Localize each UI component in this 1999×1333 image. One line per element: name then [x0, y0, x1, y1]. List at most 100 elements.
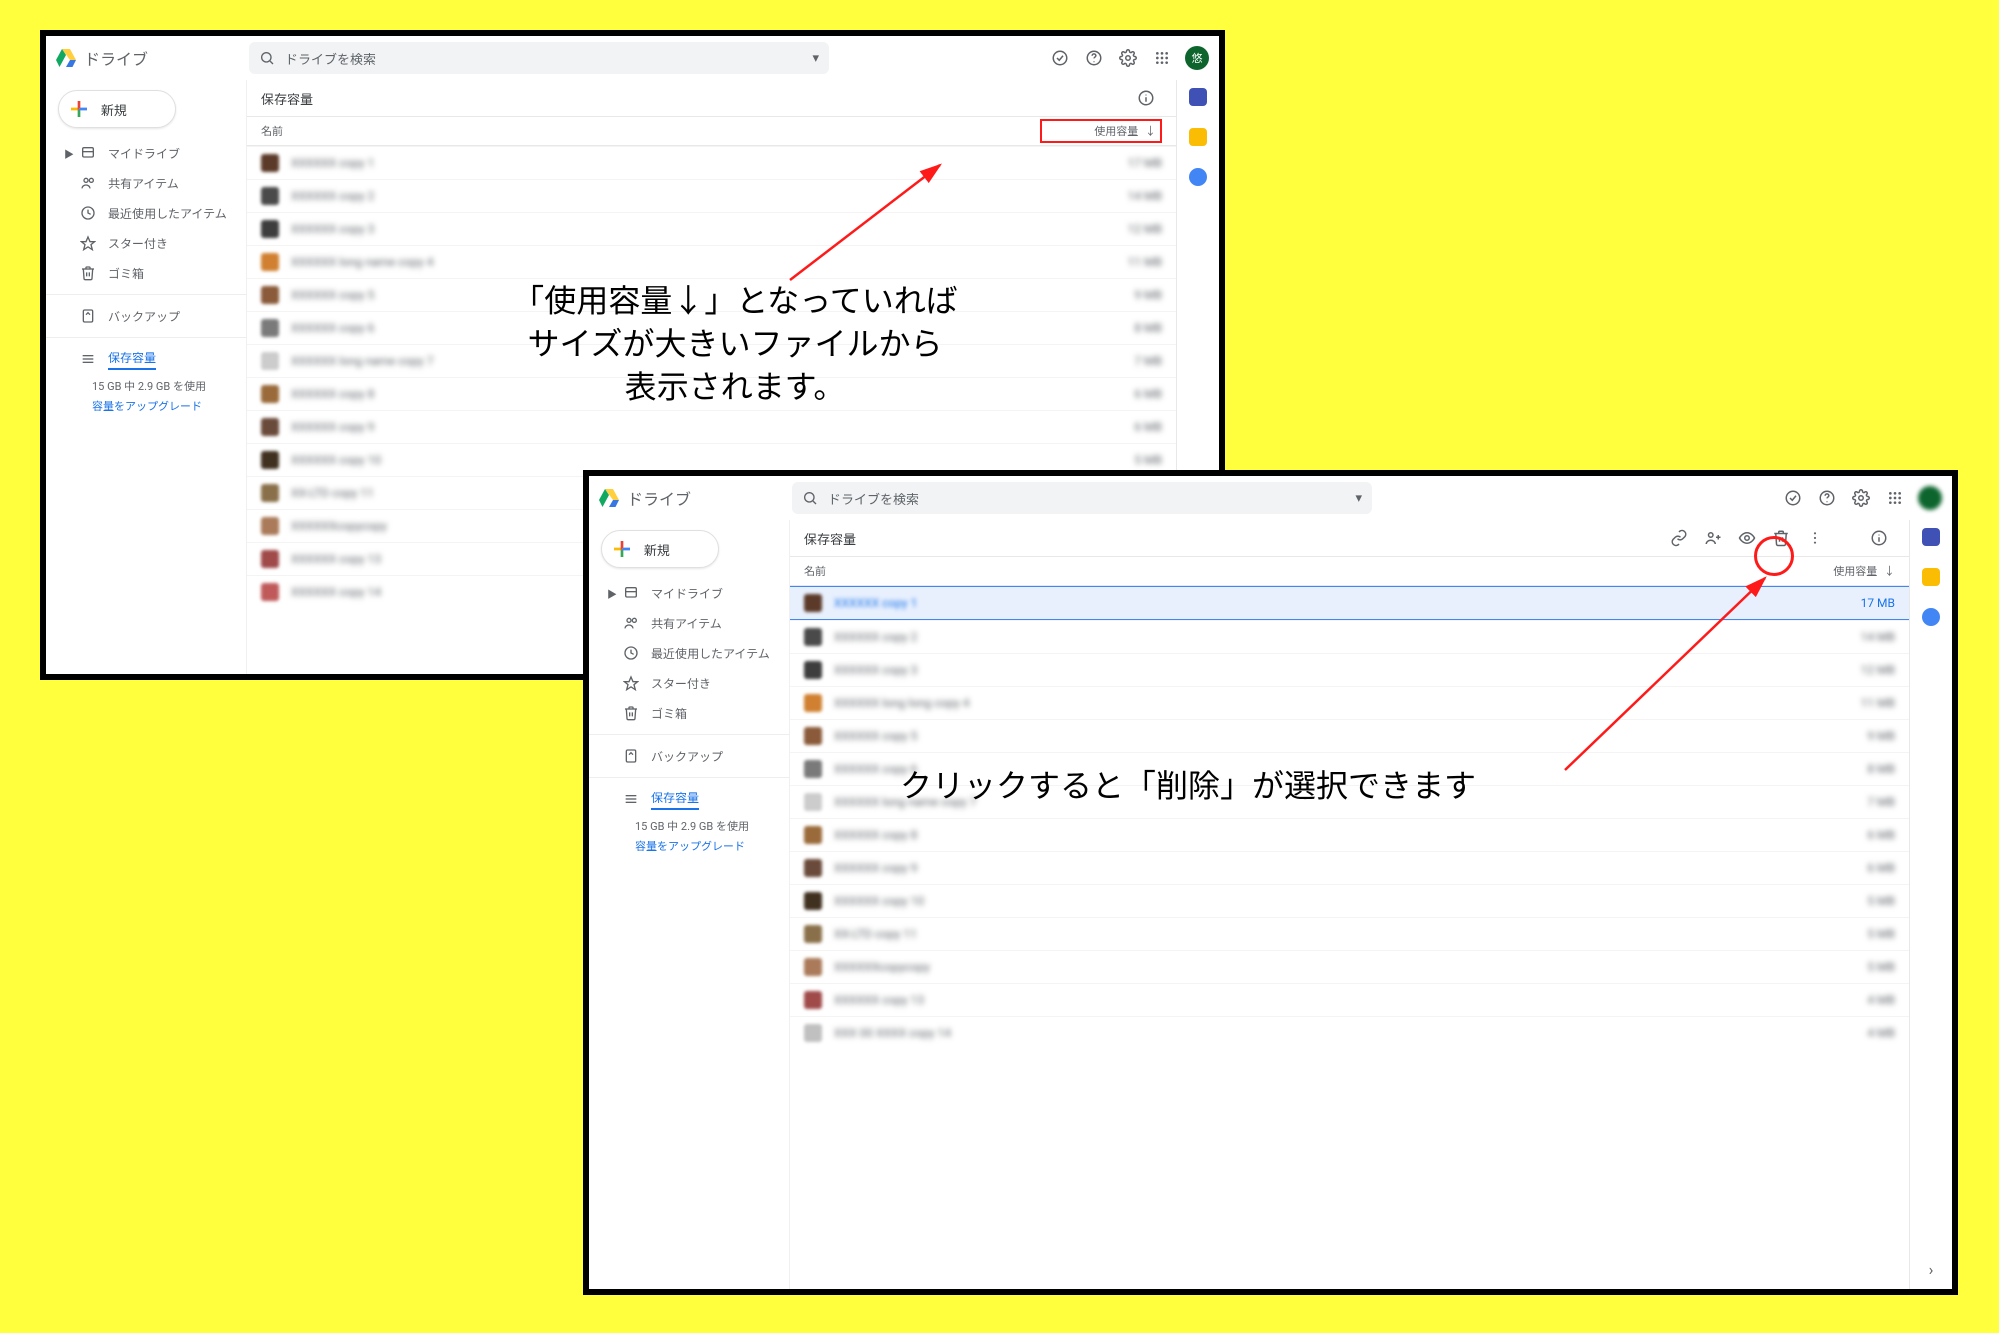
column-name[interactable]: 名前 — [804, 563, 1785, 579]
calendar-rail-icon[interactable] — [1922, 528, 1940, 546]
table-row[interactable]: XXXXXX copy 96 MB — [790, 851, 1909, 884]
preview-eye-icon[interactable] — [1737, 528, 1757, 548]
table-row[interactable]: XXXXXX copy 86 MB — [790, 818, 1909, 851]
file-name: XXXXXX copy 1 — [291, 156, 1072, 170]
sidebar-item-recent[interactable]: 最近使用したアイテム — [46, 198, 246, 228]
keep-rail-icon[interactable] — [1922, 568, 1940, 586]
search-input[interactable]: ドライブを検索 ▾ — [792, 482, 1372, 514]
table-row[interactable]: XXXXXX copy 312 MB — [247, 212, 1176, 245]
avatar[interactable]: 悠 — [1185, 46, 1209, 70]
sidebar-item-recent[interactable]: 最近使用したアイテム — [589, 638, 789, 668]
table-row[interactable]: XXX 00 XXXX copy 144 MB — [790, 1016, 1909, 1049]
avatar[interactable] — [1918, 486, 1942, 510]
storage-icon — [80, 351, 96, 367]
tasks-rail-icon[interactable] — [1922, 608, 1940, 626]
sidebar-item-storage[interactable]: 保存容量 — [589, 784, 789, 814]
table-row[interactable]: XXXXXX copy 134 MB — [790, 983, 1909, 1016]
settings-icon[interactable] — [1850, 487, 1872, 509]
sidebar-item-storage[interactable]: 保存容量 — [46, 344, 246, 374]
help-icon[interactable] — [1083, 47, 1105, 69]
apps-grid-icon[interactable] — [1151, 47, 1173, 69]
column-size[interactable]: 使用容量 ↓ — [1785, 563, 1895, 579]
expand-icon[interactable]: ▶ — [64, 146, 72, 161]
file-thumbnail-icon — [261, 517, 279, 535]
table-row[interactable]: XXXXXX copy 117 MB — [790, 586, 1909, 620]
file-name: XXXXXXcopycopy — [834, 960, 1805, 974]
expand-icon[interactable]: ▶ — [607, 586, 615, 601]
apps-grid-icon[interactable] — [1884, 487, 1906, 509]
mydrive-icon — [80, 145, 96, 161]
share-person-icon[interactable] — [1703, 528, 1723, 548]
sidebar-item-trash[interactable]: ゴミ箱 — [589, 698, 789, 728]
annotation-line: 表示されます。 — [425, 366, 1045, 409]
title-bar-tools — [1136, 88, 1156, 108]
table-row[interactable]: XXXXXX copy 214 MB — [247, 179, 1176, 212]
table-row[interactable]: XXXXXX copy 96 MB — [247, 410, 1176, 443]
sidebar-item-shared[interactable]: 共有アイテム — [589, 608, 789, 638]
sidebar-item-label: 保存容量 — [651, 789, 699, 810]
backup-icon — [623, 748, 639, 764]
sidebar-item-backup[interactable]: バックアップ — [589, 741, 789, 771]
more-vertical-icon[interactable] — [1805, 528, 1825, 548]
annotation-line: クリックすると「削除」が選択できます — [900, 767, 1476, 805]
new-button-label: 新規 — [101, 100, 127, 119]
quota-block: 15 GB 中 2.9 GB を使用 容量をアップグレード — [589, 814, 789, 854]
file-thumbnail-icon — [804, 694, 822, 712]
mydrive-icon — [623, 585, 639, 601]
table-row[interactable]: XXXXXX copy 117 MB — [247, 146, 1176, 179]
search-input[interactable]: ドライブを検索 ▾ — [249, 42, 829, 74]
file-name: XXXXXX copy 10 — [834, 894, 1805, 908]
quota-upgrade-link[interactable]: 容量をアップグレード — [635, 838, 789, 854]
table-row[interactable]: XXXXXX copy 312 MB — [790, 653, 1909, 686]
link-icon[interactable] — [1669, 528, 1689, 548]
file-name: XXXXXX copy 1 — [834, 596, 1805, 610]
search-dropdown-icon[interactable]: ▾ — [1355, 491, 1362, 506]
table-row[interactable]: XXXXXX copy 105 MB — [790, 884, 1909, 917]
help-icon[interactable] — [1816, 487, 1838, 509]
new-button[interactable]: 新規 — [601, 530, 719, 568]
column-name[interactable]: 名前 — [261, 123, 1040, 139]
plus-icon — [610, 537, 634, 561]
tasks-rail-icon[interactable] — [1189, 168, 1207, 186]
sidebar: 新規 ▶ マイドライブ 共有アイテム 最近 — [46, 80, 247, 674]
new-button[interactable]: 新規 — [58, 90, 176, 128]
drive-logo-icon — [597, 486, 621, 510]
file-thumbnail-icon — [261, 286, 279, 304]
sidebar-item-mydrive[interactable]: ▶ マイドライブ — [46, 138, 246, 168]
table-row[interactable]: XX-LTD copy 115 MB — [790, 917, 1909, 950]
column-size[interactable]: 使用容量 ↓ — [1040, 119, 1162, 143]
sidebar-item-backup[interactable]: バックアップ — [46, 301, 246, 331]
sidebar-item-label: スター付き — [108, 235, 168, 252]
sidebar-item-trash[interactable]: ゴミ箱 — [46, 258, 246, 288]
sidebar-item-shared[interactable]: 共有アイテム — [46, 168, 246, 198]
search-dropdown-icon[interactable]: ▾ — [812, 51, 819, 66]
table-row[interactable]: XXXXXXcopycopy5 MB — [790, 950, 1909, 983]
info-icon[interactable] — [1136, 88, 1156, 108]
sidebar-item-starred[interactable]: スター付き — [46, 228, 246, 258]
info-icon[interactable] — [1869, 528, 1889, 548]
sidebar-item-starred[interactable]: スター付き — [589, 668, 789, 698]
file-name: XXXXXX copy 8 — [834, 828, 1805, 842]
ready-offline-icon[interactable] — [1782, 487, 1804, 509]
sidebar-item-label: バックアップ — [108, 308, 180, 325]
sidebar-item-label: 共有アイテム — [651, 615, 722, 632]
table-row[interactable]: XXXXXX copy 59 MB — [790, 719, 1909, 752]
sort-arrow-icon: ↓ — [1884, 565, 1895, 578]
table-row[interactable]: XXXXXX long name copy 411 MB — [247, 245, 1176, 278]
file-name: XXXXXX copy 3 — [291, 222, 1072, 236]
clock-icon — [623, 645, 639, 661]
rail-chevron-icon[interactable]: › — [1929, 1260, 1934, 1289]
settings-icon[interactable] — [1117, 47, 1139, 69]
ready-offline-icon[interactable] — [1049, 47, 1071, 69]
calendar-rail-icon[interactable] — [1189, 88, 1207, 106]
annotation-line: 「使用容量↓」となっていれば — [425, 280, 1045, 323]
table-row[interactable]: XXXXXX copy 214 MB — [790, 620, 1909, 653]
sidebar-item-mydrive[interactable]: ▶ マイドライブ — [589, 578, 789, 608]
file-size: 5 MB — [1072, 453, 1162, 467]
annotation-text-1: 「使用容量↓」となっていれば サイズが大きいファイルから 表示されます。 — [425, 280, 1045, 410]
delete-button[interactable] — [1771, 528, 1791, 548]
keep-rail-icon[interactable] — [1189, 128, 1207, 146]
quota-upgrade-link[interactable]: 容量をアップグレード — [92, 398, 246, 414]
table-row[interactable]: XXXXXX long long copy 411 MB — [790, 686, 1909, 719]
file-list[interactable]: XXXXXX copy 117 MBXXXXXX copy 214 MBXXXX… — [790, 586, 1909, 1289]
